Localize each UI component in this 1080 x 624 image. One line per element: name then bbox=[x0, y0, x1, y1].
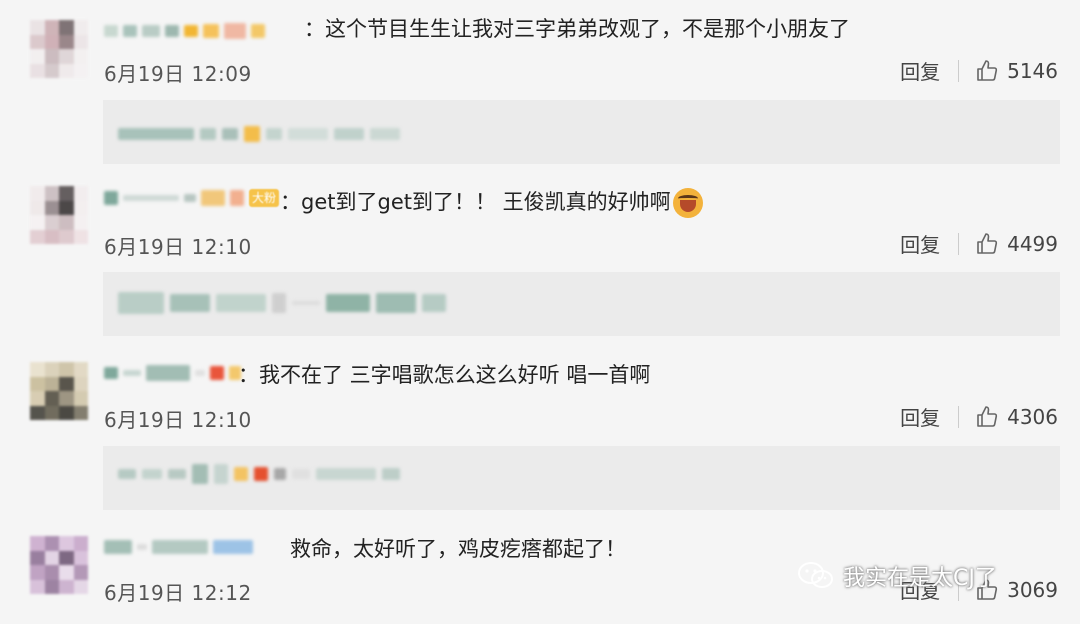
user-avatar[interactable] bbox=[30, 20, 88, 78]
reply-preview-box[interactable] bbox=[103, 272, 1060, 336]
divider bbox=[958, 405, 960, 428]
reply-button[interactable]: 回复 bbox=[900, 56, 940, 85]
like-count: 5146 bbox=[1007, 58, 1058, 83]
comment-text: ：这个节目生生让我对三字弟弟改观了，不是那个小朋友了 bbox=[304, 17, 850, 41]
user-avatar[interactable] bbox=[30, 186, 88, 244]
user-avatar[interactable] bbox=[30, 362, 88, 420]
comment-actions: 回复 5146 bbox=[900, 56, 1058, 85]
watermark: 我实在是太CJ了 bbox=[797, 560, 997, 592]
reply-preview-blurred bbox=[118, 464, 400, 484]
watermark-text: 我实在是太CJ了 bbox=[843, 566, 997, 591]
comment-actions: 回复 4499 bbox=[900, 229, 1058, 258]
like-count: 4499 bbox=[1007, 231, 1058, 256]
username-blurred[interactable] bbox=[104, 20, 265, 42]
comment-text: 救命，太好听了，鸡皮疙瘩都起了！ bbox=[290, 537, 626, 561]
reply-preview-blurred bbox=[118, 292, 446, 314]
reply-button[interactable]: 回复 bbox=[900, 402, 940, 431]
like-count: 3069 bbox=[1007, 577, 1058, 602]
reply-preview-box[interactable] bbox=[103, 446, 1060, 510]
divider bbox=[958, 232, 960, 255]
divider bbox=[958, 59, 960, 82]
comment-text: ：我不在了 三字唱歌怎么这么好听 唱一首啊 bbox=[238, 363, 651, 387]
comment-time: 6月19日 12:10 bbox=[104, 235, 252, 259]
comment-time: 6月19日 12:09 bbox=[104, 62, 252, 86]
thumbs-up-icon[interactable] bbox=[975, 59, 999, 83]
reply-preview-blurred bbox=[118, 126, 400, 142]
crying-laughing-emoji-icon bbox=[672, 188, 703, 218]
thumbs-up-icon[interactable] bbox=[975, 232, 999, 256]
like-count: 4306 bbox=[1007, 404, 1058, 429]
thumbs-up-icon[interactable] bbox=[975, 405, 999, 429]
wechat-official-account-icon bbox=[798, 562, 833, 588]
comment-time: 6月19日 12:10 bbox=[104, 408, 252, 432]
fan-badge: 大粉 bbox=[249, 189, 280, 207]
user-avatar[interactable] bbox=[30, 536, 88, 594]
username-blurred[interactable]: 大粉 bbox=[104, 187, 280, 209]
username-blurred[interactable] bbox=[104, 362, 241, 384]
comment-actions: 回复 4306 bbox=[900, 402, 1058, 431]
reply-preview-box[interactable] bbox=[103, 100, 1060, 164]
reply-button[interactable]: 回复 bbox=[900, 229, 940, 258]
comment-time: 6月19日 12:12 bbox=[104, 581, 252, 605]
username-blurred[interactable] bbox=[104, 536, 253, 558]
comment-text: ：get到了get到了！！ 王俊凯真的好帅啊 bbox=[280, 182, 703, 222]
